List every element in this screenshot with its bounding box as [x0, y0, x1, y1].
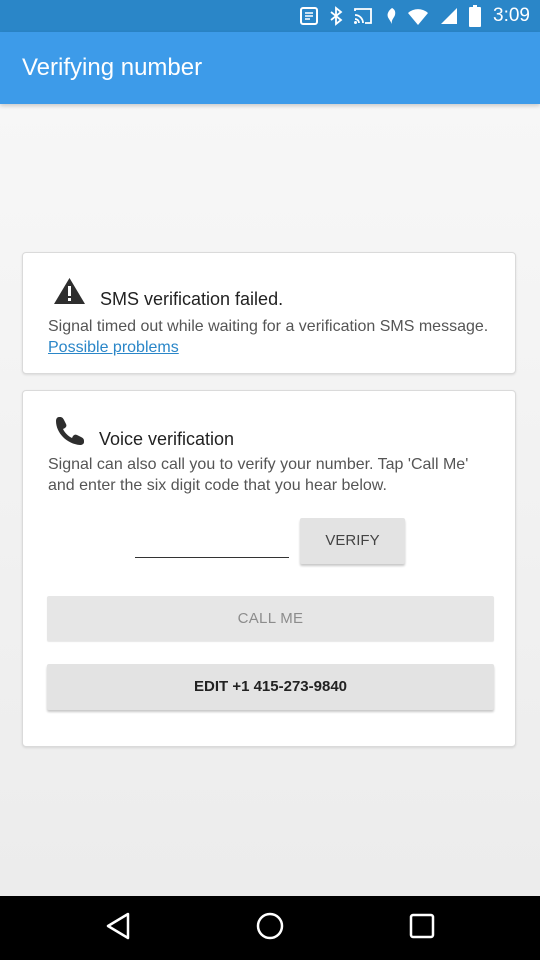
status-time: 3:09: [493, 5, 530, 26]
voice-verification-card: Voice verification Signal can also call …: [22, 390, 516, 747]
recents-button[interactable]: [382, 896, 462, 960]
back-icon: [104, 911, 132, 946]
phone-icon: [53, 415, 85, 450]
content-area: SMS verification failed. Signal timed ou…: [0, 104, 540, 896]
voice-card-title: Voice verification: [99, 429, 235, 449]
call-me-button[interactable]: CALL ME: [47, 596, 494, 641]
status-bar: 3:09: [0, 0, 540, 32]
sms-card-header: SMS verification failed.: [53, 277, 283, 310]
back-button[interactable]: [78, 896, 158, 960]
battery-icon: [469, 5, 482, 27]
voice-card-header: Voice verification: [53, 415, 234, 450]
notification-icon: [299, 6, 319, 26]
possible-problems-link[interactable]: Possible problems: [48, 339, 179, 356]
verification-code-input[interactable]: [135, 523, 289, 558]
home-button[interactable]: [230, 896, 310, 960]
signal-icon: [439, 6, 459, 26]
sms-failed-card: SMS verification failed. Signal timed ou…: [22, 252, 516, 374]
wifi-icon: [407, 6, 429, 26]
cast-icon: [353, 6, 373, 26]
navigation-bar: [0, 896, 540, 960]
sms-card-title: SMS verification failed.: [100, 289, 284, 309]
page-title: Verifying number: [22, 54, 203, 81]
edit-number-button[interactable]: EDIT +1 415-273-9840: [47, 664, 494, 710]
status-icons: 3:09: [299, 0, 530, 32]
nfc-icon: [383, 6, 397, 26]
warning-icon: [53, 277, 86, 310]
sms-card-message: Signal timed out while waiting for a ver…: [48, 318, 489, 335]
bluetooth-icon: [329, 6, 343, 26]
home-icon: [255, 911, 285, 946]
voice-card-body: Signal can also call you to verify your …: [48, 456, 469, 494]
recents-icon: [409, 913, 435, 944]
app-bar: Verifying number: [0, 32, 540, 104]
verify-button[interactable]: VERIFY: [300, 518, 405, 564]
sms-card-body: Signal timed out while waiting for a ver…: [48, 316, 493, 358]
